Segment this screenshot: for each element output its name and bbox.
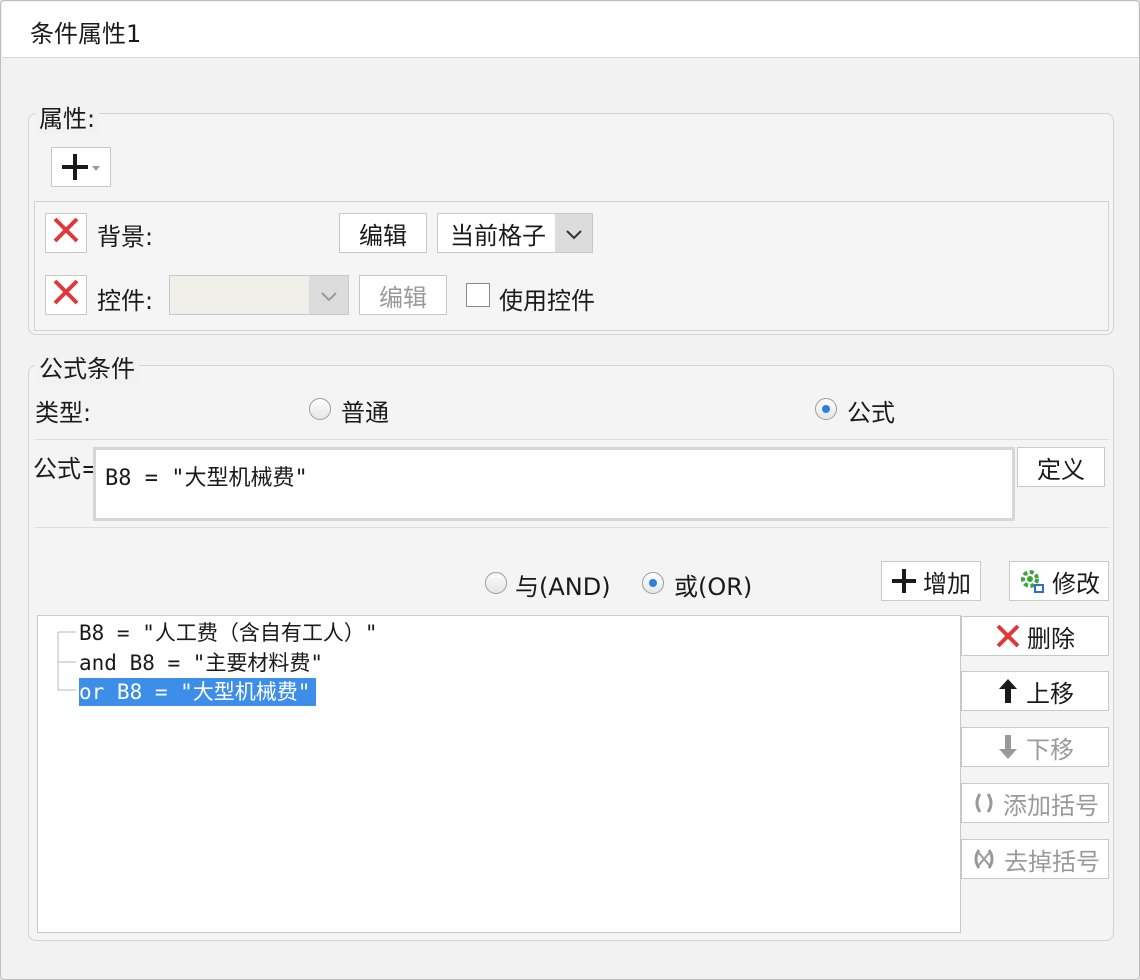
delete-label: 删除 bbox=[1027, 624, 1075, 653]
brackets-icon bbox=[971, 790, 997, 816]
tab-title[interactable]: 条件属性1 bbox=[30, 14, 141, 49]
properties-legend: 属性: bbox=[35, 99, 100, 134]
remove-brackets-icon bbox=[970, 846, 998, 872]
widget-dropdown-button bbox=[309, 276, 348, 314]
formula-condition-legend: 公式条件 bbox=[35, 349, 139, 384]
widget-label: 控件: bbox=[97, 287, 154, 315]
add-bracket-label: 添加括号 bbox=[1003, 791, 1099, 820]
modify-condition-label: 修改 bbox=[1052, 569, 1100, 598]
tree-item-selected[interactable]: or B8 = "大型机械费" bbox=[79, 678, 317, 706]
divider bbox=[35, 527, 1109, 528]
tab-bar: 条件属性1 bbox=[2, 2, 1138, 58]
logic-and-radio[interactable] bbox=[485, 572, 507, 594]
add-bracket-button: 添加括号 bbox=[961, 783, 1109, 823]
plus-icon bbox=[891, 568, 917, 594]
chevron-down-icon bbox=[565, 219, 583, 247]
arrow-down-icon bbox=[996, 733, 1020, 761]
define-button[interactable]: 定义 bbox=[1017, 447, 1105, 487]
formula-input[interactable]: B8 = "大型机械费" bbox=[93, 447, 1015, 521]
use-widget-checkbox[interactable] bbox=[466, 283, 490, 307]
logic-or-label[interactable]: 或(OR) bbox=[674, 567, 752, 602]
add-property-button[interactable] bbox=[51, 147, 111, 187]
remove-bracket-button: 去掉括号 bbox=[961, 839, 1109, 879]
delete-button[interactable]: 删除 bbox=[961, 616, 1109, 656]
formula-label: 公式= bbox=[33, 455, 102, 483]
logic-or-radio[interactable] bbox=[642, 572, 664, 594]
scope-value: 当前格子 bbox=[450, 221, 546, 250]
remove-widget-button[interactable] bbox=[45, 275, 87, 315]
arrow-up-icon bbox=[996, 677, 1020, 705]
remove-background-button[interactable] bbox=[45, 213, 87, 253]
use-widget-label[interactable]: 使用控件 bbox=[499, 281, 595, 316]
type-formula-radio[interactable] bbox=[815, 398, 837, 420]
plus-dropdown-icon bbox=[59, 153, 103, 181]
move-down-button: 下移 bbox=[961, 727, 1109, 767]
remove-bracket-label: 去掉括号 bbox=[1004, 847, 1100, 876]
close-icon bbox=[52, 216, 80, 250]
move-up-label: 上移 bbox=[1026, 679, 1074, 708]
divider bbox=[35, 439, 1109, 440]
add-condition-button[interactable]: 增加 bbox=[881, 561, 981, 601]
modify-condition-button[interactable]: 修改 bbox=[1009, 561, 1109, 601]
close-icon bbox=[52, 278, 80, 312]
move-up-button[interactable]: 上移 bbox=[961, 671, 1109, 711]
formula-text: B8 = "大型机械费" bbox=[105, 466, 308, 491]
type-normal-radio[interactable] bbox=[309, 398, 331, 420]
type-formula-label[interactable]: 公式 bbox=[847, 393, 895, 428]
tree-item[interactable]: and B8 = "主要材料费" bbox=[79, 649, 327, 677]
scope-dropdown-button[interactable] bbox=[555, 214, 592, 252]
chevron-down-icon bbox=[320, 281, 338, 309]
background-label: 背景: bbox=[97, 223, 154, 251]
edit-widget-button: 编辑 bbox=[359, 275, 447, 315]
close-icon bbox=[995, 623, 1021, 649]
move-down-label: 下移 bbox=[1026, 735, 1074, 764]
tree-item[interactable]: B8 = "人工费（含自有工人）" bbox=[79, 619, 382, 647]
type-normal-label[interactable]: 普通 bbox=[341, 393, 389, 428]
add-condition-label: 增加 bbox=[923, 569, 971, 598]
logic-and-label[interactable]: 与(AND) bbox=[515, 567, 611, 602]
gear-icon bbox=[1018, 567, 1046, 595]
condition-attribute-window: 条件属性1 属性: 背景: 编辑 当前格子 控件: 编辑 使用控件 公式条件 类… bbox=[0, 0, 1140, 980]
condition-tree[interactable]: B8 = "人工费（含自有工人）" and B8 = "主要材料费" or B8… bbox=[37, 615, 961, 933]
edit-background-button[interactable]: 编辑 bbox=[339, 213, 427, 253]
type-label: 类型: bbox=[35, 399, 92, 427]
